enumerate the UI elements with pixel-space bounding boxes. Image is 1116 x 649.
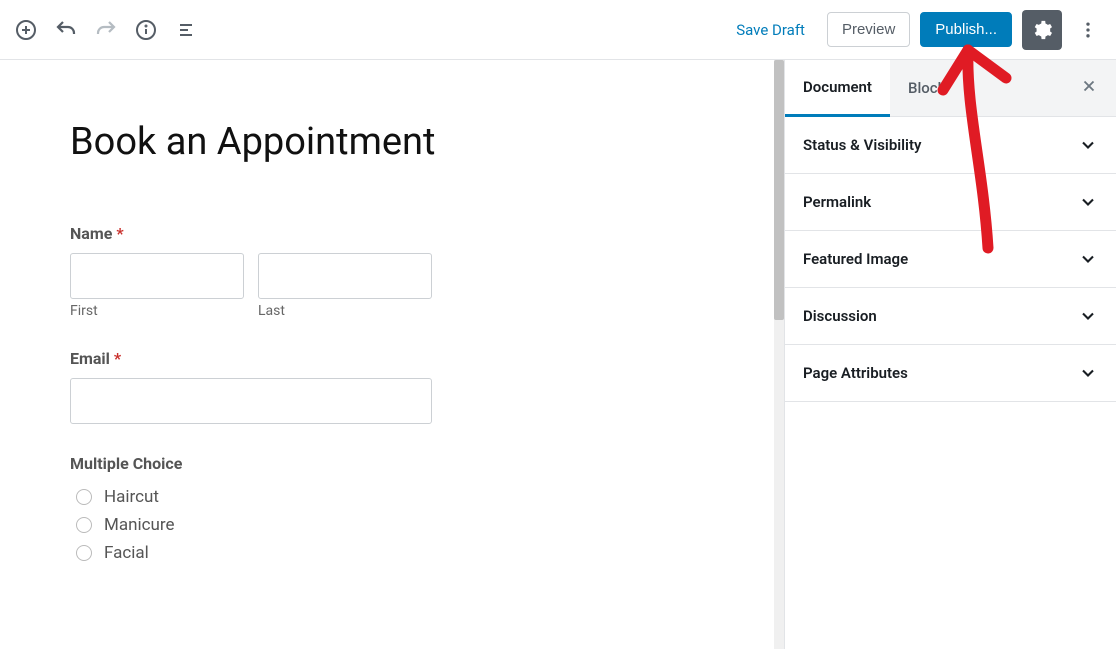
tab-document[interactable]: Document	[785, 60, 890, 117]
required-asterisk: *	[116, 224, 123, 243]
last-name-input[interactable]	[258, 253, 432, 299]
save-draft-link[interactable]: Save Draft	[724, 13, 817, 47]
choice-item[interactable]: Facial	[70, 539, 704, 567]
page-title[interactable]: Book an Appointment	[70, 120, 704, 164]
settings-button[interactable]	[1022, 10, 1062, 50]
gear-icon	[1031, 19, 1053, 41]
toolbar-right: Save Draft Preview Publish...	[724, 10, 1104, 50]
name-sublabels: First Last	[70, 303, 704, 319]
chevron-down-icon	[1078, 192, 1098, 212]
plus-circle-icon	[14, 18, 38, 42]
panel-featured-image[interactable]: Featured Image	[785, 231, 1116, 288]
required-asterisk: *	[114, 349, 121, 368]
tab-block[interactable]: Block	[890, 61, 963, 115]
redo-icon	[94, 18, 118, 42]
sidebar-close-button[interactable]	[1062, 77, 1116, 100]
panel-page-attributes[interactable]: Page Attributes	[785, 345, 1116, 402]
settings-sidebar: Document Block Status & Visibility Perma…	[784, 60, 1116, 649]
redo-button[interactable]	[88, 12, 124, 48]
scroll-thumb[interactable]	[774, 60, 784, 320]
radio-icon	[76, 489, 92, 505]
choice-label: Manicure	[104, 515, 175, 535]
add-block-button[interactable]	[8, 12, 44, 48]
main-area: Book an Appointment Name * First Last Em…	[0, 60, 1116, 649]
chevron-down-icon	[1078, 363, 1098, 383]
undo-icon	[54, 18, 78, 42]
panel-discussion[interactable]: Discussion	[785, 288, 1116, 345]
radio-icon	[76, 545, 92, 561]
first-sublabel: First	[70, 303, 244, 319]
dots-vertical-icon	[1078, 20, 1098, 40]
radio-icon	[76, 517, 92, 533]
more-options-button[interactable]	[1072, 12, 1104, 48]
panel-status-visibility[interactable]: Status & Visibility	[785, 117, 1116, 174]
name-row	[70, 253, 704, 299]
email-label: Email *	[70, 349, 704, 368]
preview-button[interactable]: Preview	[827, 12, 910, 47]
sidebar-tabs: Document Block	[785, 60, 1116, 117]
toolbar-left	[8, 12, 204, 48]
choice-item[interactable]: Haircut	[70, 483, 704, 511]
info-icon	[134, 18, 158, 42]
close-icon	[1080, 77, 1098, 95]
name-label: Name *	[70, 224, 704, 243]
editor-scrollbar[interactable]	[774, 60, 784, 649]
choice-label: Haircut	[104, 487, 159, 507]
choice-item[interactable]: Manicure	[70, 511, 704, 539]
publish-button[interactable]: Publish...	[920, 12, 1012, 47]
top-toolbar: Save Draft Preview Publish...	[0, 0, 1116, 60]
chevron-down-icon	[1078, 249, 1098, 269]
chevron-down-icon	[1078, 135, 1098, 155]
first-name-input[interactable]	[70, 253, 244, 299]
editor-canvas[interactable]: Book an Appointment Name * First Last Em…	[0, 60, 774, 649]
choice-label: Facial	[104, 543, 149, 563]
chevron-down-icon	[1078, 306, 1098, 326]
choices-group: Haircut Manicure Facial	[70, 483, 704, 567]
last-sublabel: Last	[258, 303, 432, 319]
multiple-choice-label: Multiple Choice	[70, 454, 704, 473]
outline-button[interactable]	[168, 12, 204, 48]
list-icon	[174, 18, 198, 42]
info-button[interactable]	[128, 12, 164, 48]
panel-permalink[interactable]: Permalink	[785, 174, 1116, 231]
email-input[interactable]	[70, 378, 432, 424]
undo-button[interactable]	[48, 12, 84, 48]
